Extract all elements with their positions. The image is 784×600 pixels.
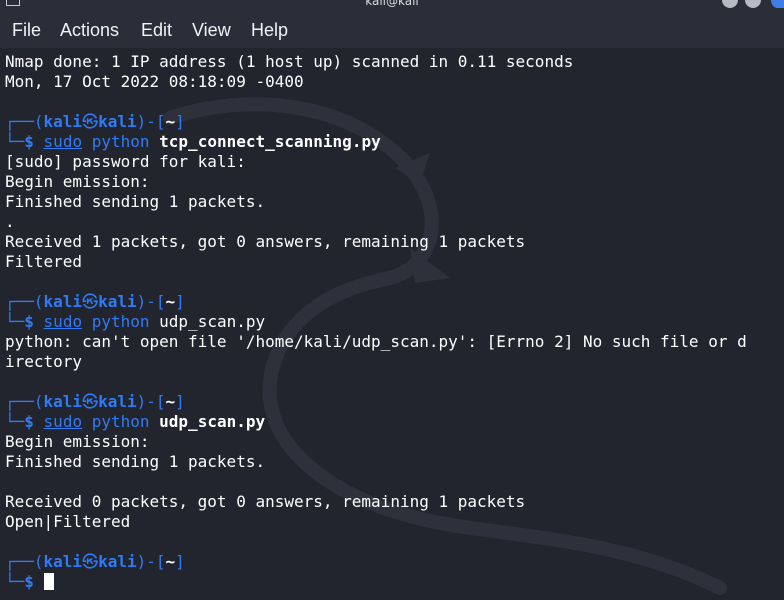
prompt-middle: )-[ (136, 112, 166, 131)
prompt-user: kali (43, 292, 83, 311)
output-line: Open|Filtered (5, 512, 131, 531)
prompt-at-icon: ㉿ (82, 292, 99, 311)
terminal-output[interactable]: Nmap done: 1 IP address (1 host up) scan… (0, 48, 784, 600)
menu-edit[interactable]: Edit (141, 20, 172, 40)
prompt-user: kali (43, 112, 83, 131)
prompt-header: ┌──(kali㉿kali)-[~] (5, 392, 185, 412)
output-line: Mon, 17 Oct 2022 08:18:09 -0400 (5, 72, 304, 91)
menu-view[interactable]: View (192, 20, 231, 40)
prompt-close: ] (175, 552, 185, 571)
prompt-header: ┌──(kali㉿kali)-[~] (5, 112, 185, 132)
prompt-close: ] (175, 292, 185, 311)
prompt-middle: )-[ (136, 392, 166, 411)
prompt-middle: )-[ (136, 552, 166, 571)
prompt-arrow: └─ (5, 312, 25, 331)
command-line: └─$ sudo python udp_scan.py (5, 312, 265, 332)
prompt-cwd: ~ (165, 292, 176, 311)
output-line: . (5, 212, 15, 231)
command-line-current[interactable]: └─$ (5, 572, 54, 592)
terminal-window: kali@kali File Actions Edit View Help Nm… (0, 0, 784, 600)
prompt-dollar: $ (24, 132, 34, 151)
prompt-at-icon: ㉿ (82, 112, 99, 131)
prompt-close: ] (175, 112, 185, 131)
prompt-header: ┌──(kali㉿kali)-[~] (5, 292, 185, 312)
prompt-cwd: ~ (165, 112, 176, 131)
command-argument: udp_scan.py (159, 312, 266, 331)
prompt-header: ┌──(kali㉿kali)-[~] (5, 552, 185, 572)
prompt-arrow: └─ (5, 572, 25, 591)
prompt-at-icon: ㉿ (82, 552, 99, 571)
prompt-open: ┌──( (5, 292, 44, 311)
command-sudo: sudo (43, 132, 83, 151)
menu-help[interactable]: Help (251, 20, 288, 40)
output-line: [sudo] password for kali: (5, 152, 246, 171)
prompt-dollar: $ (24, 412, 34, 431)
output-line: Begin emission: (5, 172, 150, 191)
menu-bar: File Actions Edit View Help (0, 12, 784, 48)
prompt-host: kali (98, 112, 137, 131)
prompt-arrow: └─ (5, 132, 25, 151)
command-sudo: sudo (43, 412, 83, 431)
prompt-at-icon: ㉿ (82, 392, 99, 411)
output-line: Begin emission: (5, 432, 150, 451)
prompt-dollar: $ (24, 312, 34, 331)
prompt-user: kali (43, 552, 83, 571)
prompt-middle: )-[ (136, 292, 166, 311)
prompt-host: kali (98, 552, 137, 571)
command-line: └─$ sudo python udp_scan.py (5, 412, 265, 432)
prompt-dollar: $ (24, 572, 34, 591)
command-argument: udp_scan.py (159, 412, 266, 431)
menu-file[interactable]: File (12, 20, 41, 40)
command-python: python (91, 412, 150, 431)
output-line: Received 0 packets, got 0 answers, remai… (5, 492, 526, 511)
output-line: Nmap done: 1 IP address (1 host up) scan… (5, 52, 574, 71)
prompt-cwd: ~ (165, 552, 176, 571)
output-line: python: can't open file '/home/kali/udp_… (5, 332, 747, 351)
text-cursor (43, 573, 54, 590)
output-line: Received 1 packets, got 0 answers, remai… (5, 232, 526, 251)
output-line: irectory (5, 352, 83, 371)
prompt-host: kali (98, 292, 137, 311)
output-line: Finished sending 1 packets. (5, 192, 266, 211)
prompt-open: ┌──( (5, 392, 44, 411)
command-sudo: sudo (43, 312, 83, 331)
command-python: python (91, 312, 150, 331)
command-python: python (91, 132, 150, 151)
command-argument: tcp_connect_scanning.py (159, 132, 381, 151)
prompt-arrow: └─ (5, 412, 25, 431)
menu-actions[interactable]: Actions (60, 20, 119, 40)
window-title: kali@kali (365, 0, 419, 8)
prompt-cwd: ~ (165, 392, 176, 411)
prompt-open: ┌──( (5, 552, 44, 571)
prompt-host: kali (98, 392, 137, 411)
prompt-close: ] (175, 392, 185, 411)
prompt-user: kali (43, 392, 83, 411)
title-bar: kali@kali (0, 0, 784, 12)
prompt-open: ┌──( (5, 112, 44, 131)
command-line: └─$ sudo python tcp_connect_scanning.py (5, 132, 381, 152)
output-line: Finished sending 1 packets. (5, 452, 266, 471)
output-line: Filtered (5, 252, 83, 271)
